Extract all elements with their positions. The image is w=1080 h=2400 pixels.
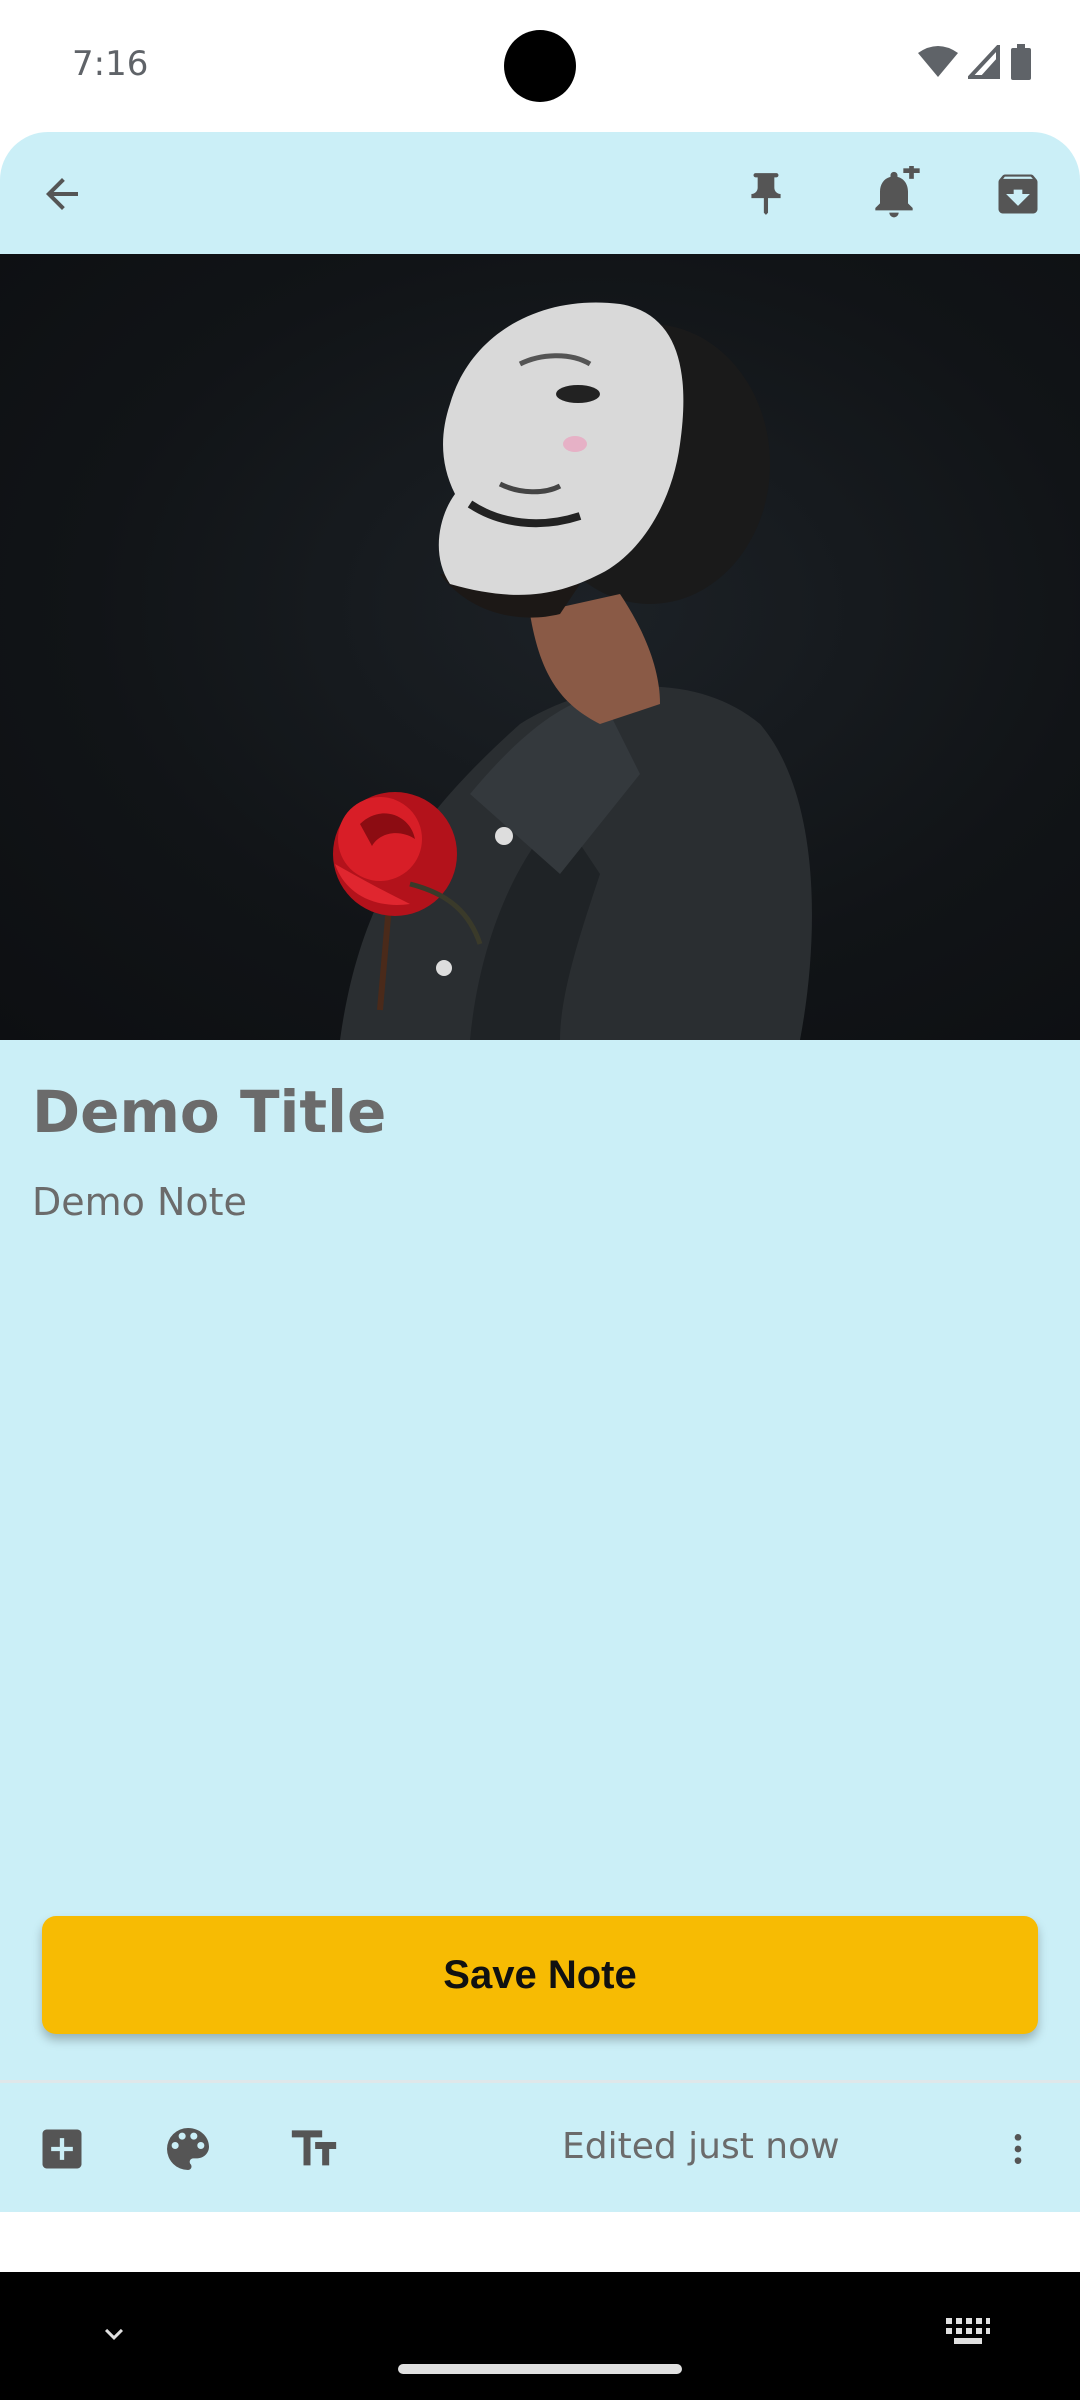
- keyboard-icon[interactable]: [944, 2312, 992, 2352]
- wifi-icon: [918, 46, 958, 77]
- home-handle[interactable]: [398, 2364, 682, 2374]
- status-icons: [918, 44, 1032, 80]
- chevron-down-icon[interactable]: [96, 2316, 132, 2352]
- status-bar: 7:16: [0, 0, 1080, 130]
- reminder-button[interactable]: [862, 162, 926, 226]
- pin-button[interactable]: [734, 162, 798, 226]
- more-vertical-icon: [1014, 2134, 1022, 2164]
- palette-icon: [167, 2128, 209, 2170]
- add-box-icon: [42, 2129, 82, 2169]
- note-body[interactable]: Demo Note: [32, 1180, 247, 1224]
- edited-status: Edited just now: [562, 2126, 840, 2167]
- note-editor: Demo Title Demo Note Save Note Edited ju…: [0, 132, 1080, 2212]
- navigation-bar: [0, 2272, 1080, 2400]
- signal-icon: [968, 45, 1000, 79]
- save-note-button[interactable]: Save Note: [42, 1916, 1038, 2034]
- note-image[interactable]: [0, 254, 1080, 1040]
- archive-button[interactable]: [986, 162, 1050, 226]
- arrow-left-icon: [46, 178, 78, 210]
- note-title[interactable]: Demo Title: [32, 1078, 386, 1146]
- battery-icon: [1011, 44, 1031, 80]
- camera-cutout: [504, 30, 576, 102]
- text-format-icon: [291, 2130, 337, 2166]
- more-options-button[interactable]: [986, 2117, 1050, 2181]
- top-toolbar: [0, 132, 1080, 254]
- text-format-button[interactable]: [282, 2117, 346, 2181]
- color-palette-button[interactable]: [156, 2117, 220, 2181]
- bottom-toolbar: Edited just now: [0, 2083, 1080, 2212]
- pin-icon: [751, 173, 781, 215]
- archive-icon: [998, 174, 1038, 214]
- masked-man-illustration: [333, 302, 812, 1040]
- bell-plus-icon: [875, 166, 920, 218]
- status-time: 7:16: [72, 44, 149, 84]
- back-button[interactable]: [30, 162, 94, 226]
- add-content-button[interactable]: [30, 2117, 94, 2181]
